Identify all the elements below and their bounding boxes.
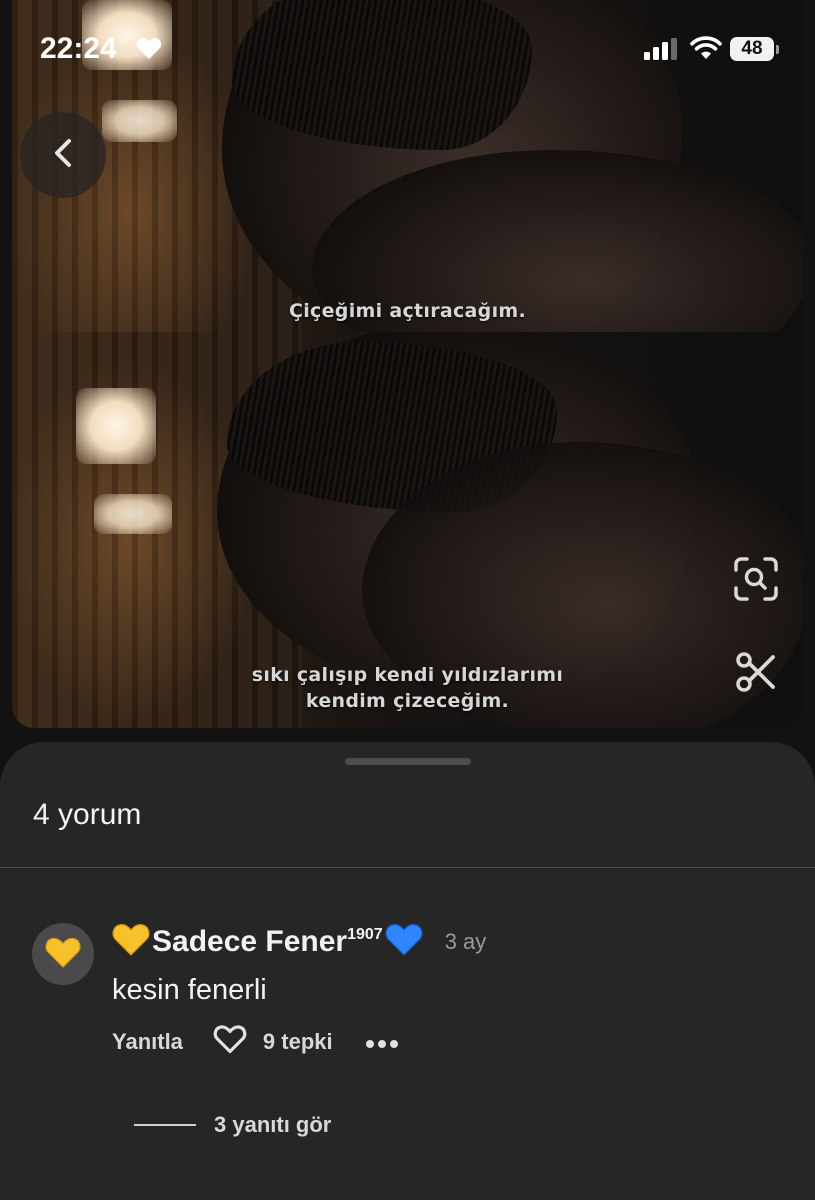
react-button[interactable]: 9 tepki: [213, 1024, 333, 1060]
comment-count: 4 yorum: [33, 798, 142, 831]
visual-search-button[interactable]: [730, 555, 782, 607]
comment-text: kesin fenerli: [112, 974, 267, 1006]
subtitle-top: Çiçeğimi açtıracağım.: [288, 300, 527, 322]
battery-cap: [776, 45, 779, 54]
comment-username[interactable]: Sadece Fener1907: [152, 925, 383, 959]
yellow-heart-icon: [112, 922, 150, 961]
comments-sheet: 4 yorum Sadece Fener1907 3 ay kesin fene…: [0, 742, 815, 1200]
battery-icon: 48: [730, 37, 774, 61]
blue-heart-icon: [385, 922, 423, 961]
heart-icon: [136, 36, 162, 65]
reply-button[interactable]: Yanıtla: [112, 1029, 183, 1055]
back-chevron-icon: [52, 138, 74, 173]
pin-detail-screen: Çiçeğimi açtıracağım. sıkı çalışıp kendi…: [0, 0, 815, 1200]
status-bar: 22:24 48: [0, 0, 815, 100]
avatar[interactable]: [32, 923, 94, 985]
more-options-button[interactable]: [365, 1029, 399, 1055]
view-replies-button[interactable]: 3 yanıtı gör: [134, 1112, 331, 1138]
subtitle-bottom-line2: kendim çizeceğim.: [305, 690, 510, 712]
pin-image[interactable]: Çiçeğimi açtıracağım. sıkı çalışıp kendi…: [12, 0, 803, 728]
heart-outline-icon: [213, 1024, 247, 1060]
comment-timestamp: 3 ay: [444, 928, 487, 954]
username-superscript: 1907: [347, 925, 383, 943]
divider: [0, 867, 815, 868]
comment-header: Sadece Fener1907 3 ay: [112, 922, 486, 961]
sheet-grabber[interactable]: [345, 758, 471, 765]
username-text: Sadece Fener: [152, 924, 348, 958]
reaction-count[interactable]: 9 tepki: [263, 1029, 333, 1055]
subtitle-bottom-line1: sıkı çalışıp kendi yıldızlarımı: [251, 664, 564, 686]
visual-search-icon: [733, 556, 779, 607]
movie-still-bottom: sıkı çalışıp kendi yıldızlarımı kendim ç…: [12, 332, 803, 728]
yellow-heart-icon: [45, 936, 81, 973]
comment-actions: Yanıtla 9 tepki: [112, 1024, 399, 1060]
more-dots-icon: [365, 1029, 399, 1055]
crop-button[interactable]: [730, 648, 782, 700]
back-button[interactable]: [20, 112, 106, 198]
wifi-icon: [690, 36, 722, 65]
view-replies-label: 3 yanıtı gör: [214, 1112, 332, 1137]
signal-icon: [644, 38, 680, 65]
replies-line: [134, 1124, 196, 1126]
status-time: 22:24: [40, 32, 117, 65]
scissors-icon: [735, 651, 777, 698]
